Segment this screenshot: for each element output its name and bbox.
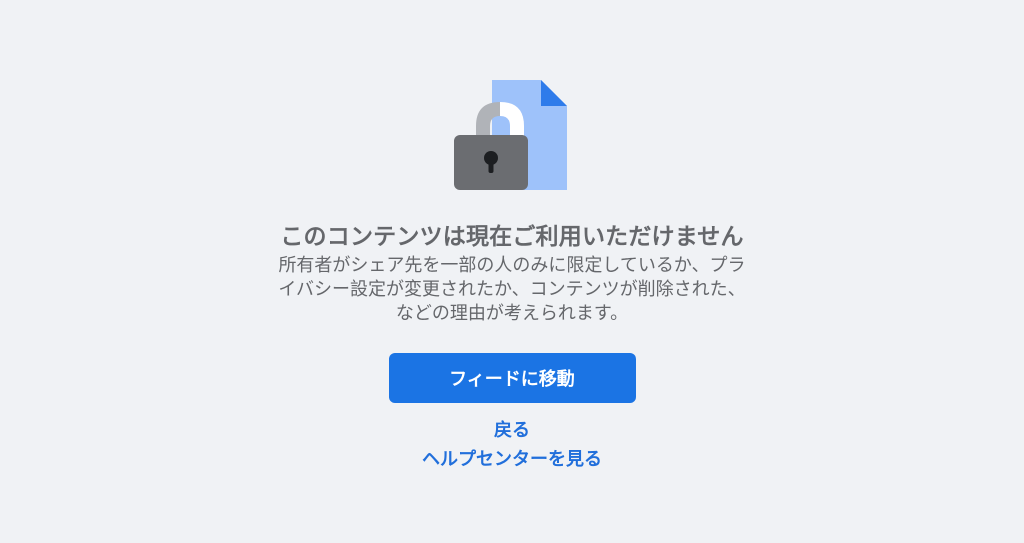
- error-title: このコンテンツは現在ご利用いただけません: [280, 224, 744, 250]
- locked-document-icon: [454, 78, 570, 190]
- help-center-link[interactable]: ヘルプセンターを見る: [422, 448, 602, 472]
- error-description: 所有者がシェア先を一部の人のみに限定しているか、プラ イバシー設定が変更されたか…: [232, 254, 792, 326]
- go-to-feed-button[interactable]: フィードに移動: [388, 353, 636, 403]
- error-description-line: 所有者がシェア先を一部の人のみに限定しているか、プラ: [278, 255, 746, 276]
- error-description-line: などの理由が考えられます。: [395, 303, 629, 324]
- error-description-line: イバシー設定が変更されたか、コンテンツが削除された、: [278, 279, 746, 300]
- content-unavailable-panel: このコンテンツは現在ご利用いただけません 所有者がシェア先を一部の人のみに限定し…: [0, 0, 1024, 543]
- back-link[interactable]: 戻る: [494, 419, 530, 443]
